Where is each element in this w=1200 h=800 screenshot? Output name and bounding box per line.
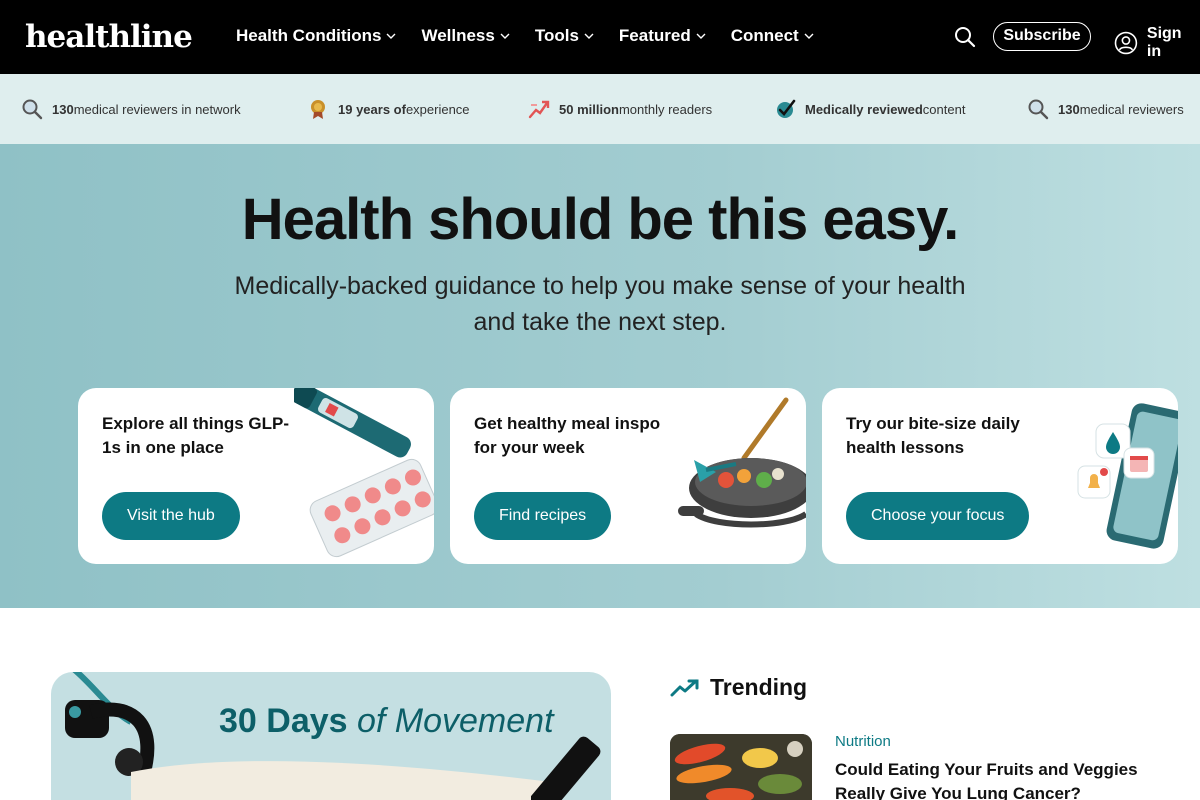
search-icon[interactable] — [954, 26, 976, 48]
stat-value: 19 years of — [338, 101, 406, 117]
sign-in-button[interactable]: Sign in — [1114, 25, 1200, 61]
roasted-vegetables-image — [670, 734, 812, 800]
chevron-down-icon — [584, 33, 594, 39]
nav-item-label: Wellness — [421, 26, 495, 45]
checkmark-badge-icon — [777, 99, 796, 118]
find-recipes-button[interactable]: Find recipes — [474, 492, 612, 540]
daily-lessons-card[interactable]: Try our bite-size daily health lessons C… — [822, 388, 1178, 564]
movement-feature-banner[interactable]: 30 Days of Movement — [51, 672, 611, 800]
stat-value: 130 — [1058, 101, 1080, 117]
hero-title: Health should be this easy. — [241, 187, 959, 252]
trending-label: Trending — [710, 674, 808, 700]
stat-value: 130 — [52, 101, 74, 117]
stat-item: 130 medical reviewers — [1027, 98, 1184, 120]
article-title[interactable]: Could Eating Your Fruits and Veggies Rea… — [835, 758, 1175, 800]
stat-text: medical reviewers — [1079, 101, 1184, 117]
nav-item-featured[interactable]: Featured — [619, 26, 706, 46]
nav-item-health-conditions[interactable]: Health Conditions — [236, 26, 396, 46]
sign-in-label: Sign in — [1146, 25, 1182, 60]
trending-icon — [670, 679, 699, 696]
top-navigation: healthline Health Conditions Wellness To… — [0, 0, 1200, 74]
stat-item: Medically reviewed content — [774, 98, 965, 120]
user-icon — [1114, 31, 1138, 55]
stat-text: experience — [405, 101, 470, 117]
nav-item-label: Health Conditions — [236, 26, 382, 45]
stat-text: content — [922, 101, 966, 117]
stat-text: medical reviewers in network — [73, 101, 241, 117]
medal-icon — [311, 100, 325, 119]
feature-title-italic: of Movement — [347, 702, 554, 740]
magnifier-icon — [22, 99, 43, 120]
chevron-down-icon — [804, 33, 814, 39]
article-thumbnail[interactable] — [670, 734, 812, 800]
nav-item-tools[interactable]: Tools — [535, 26, 594, 46]
card-title: Try our bite-size daily health lessons — [846, 414, 1020, 457]
stat-value: 50 million — [559, 101, 619, 117]
subscribe-button[interactable]: Subscribe — [993, 22, 1091, 51]
healthline-logo[interactable]: healthline — [25, 19, 193, 55]
cooking-pan-illustration — [678, 397, 806, 528]
nav-item-label: Tools — [534, 26, 579, 45]
feature-title-bold: 30 Days — [219, 702, 348, 740]
glp1-hub-card[interactable]: Explore all things GLP-1s in one place V… — [78, 388, 434, 564]
stat-value: Medically reviewed — [805, 101, 923, 117]
trend-arrow-icon — [528, 100, 550, 119]
hero-subtitle: Medically-backed guidance to help you ma… — [234, 272, 966, 336]
article-category[interactable]: Nutrition — [835, 733, 891, 750]
stat-item: 130 medical reviewers in network — [21, 98, 241, 120]
choose-your-focus-button[interactable]: Choose your focus — [846, 492, 1030, 540]
main-menu: Health Conditions Wellness Tools Feature… — [236, 26, 839, 46]
injection-pen-and-pills-illustration — [294, 388, 434, 558]
nav-item-connect[interactable]: Connect — [731, 26, 814, 46]
trust-stats-strip: 130 medical reviewers in network 19 year… — [0, 74, 1200, 144]
hero-section: Health should be this easy. Medically-ba… — [0, 144, 1200, 608]
nav-item-label: Featured — [618, 26, 691, 45]
stat-text: monthly readers — [618, 101, 713, 117]
card-title: Get healthy meal inspo for your week — [474, 414, 661, 457]
card-title: Explore all things GLP-1s in one place — [102, 414, 290, 457]
magnifier-icon — [1028, 99, 1049, 120]
chevron-down-icon — [696, 33, 706, 39]
phone-app-illustration — [1077, 403, 1178, 549]
trending-heading: Trending — [670, 674, 807, 701]
stat-item: 50 million monthly readers — [528, 98, 712, 120]
chevron-down-icon — [386, 33, 396, 39]
stat-item: 19 years of experience — [307, 98, 470, 120]
chevron-down-icon — [500, 33, 510, 39]
feature-title: 30 Days of Movement — [219, 702, 554, 741]
meal-inspo-card[interactable]: Get healthy meal inspo for your week Fin… — [450, 388, 806, 564]
visit-the-hub-button[interactable]: Visit the hub — [102, 492, 240, 540]
paper-shape — [131, 761, 551, 800]
nav-item-wellness[interactable]: Wellness — [421, 26, 510, 46]
nav-item-label: Connect — [730, 26, 799, 45]
